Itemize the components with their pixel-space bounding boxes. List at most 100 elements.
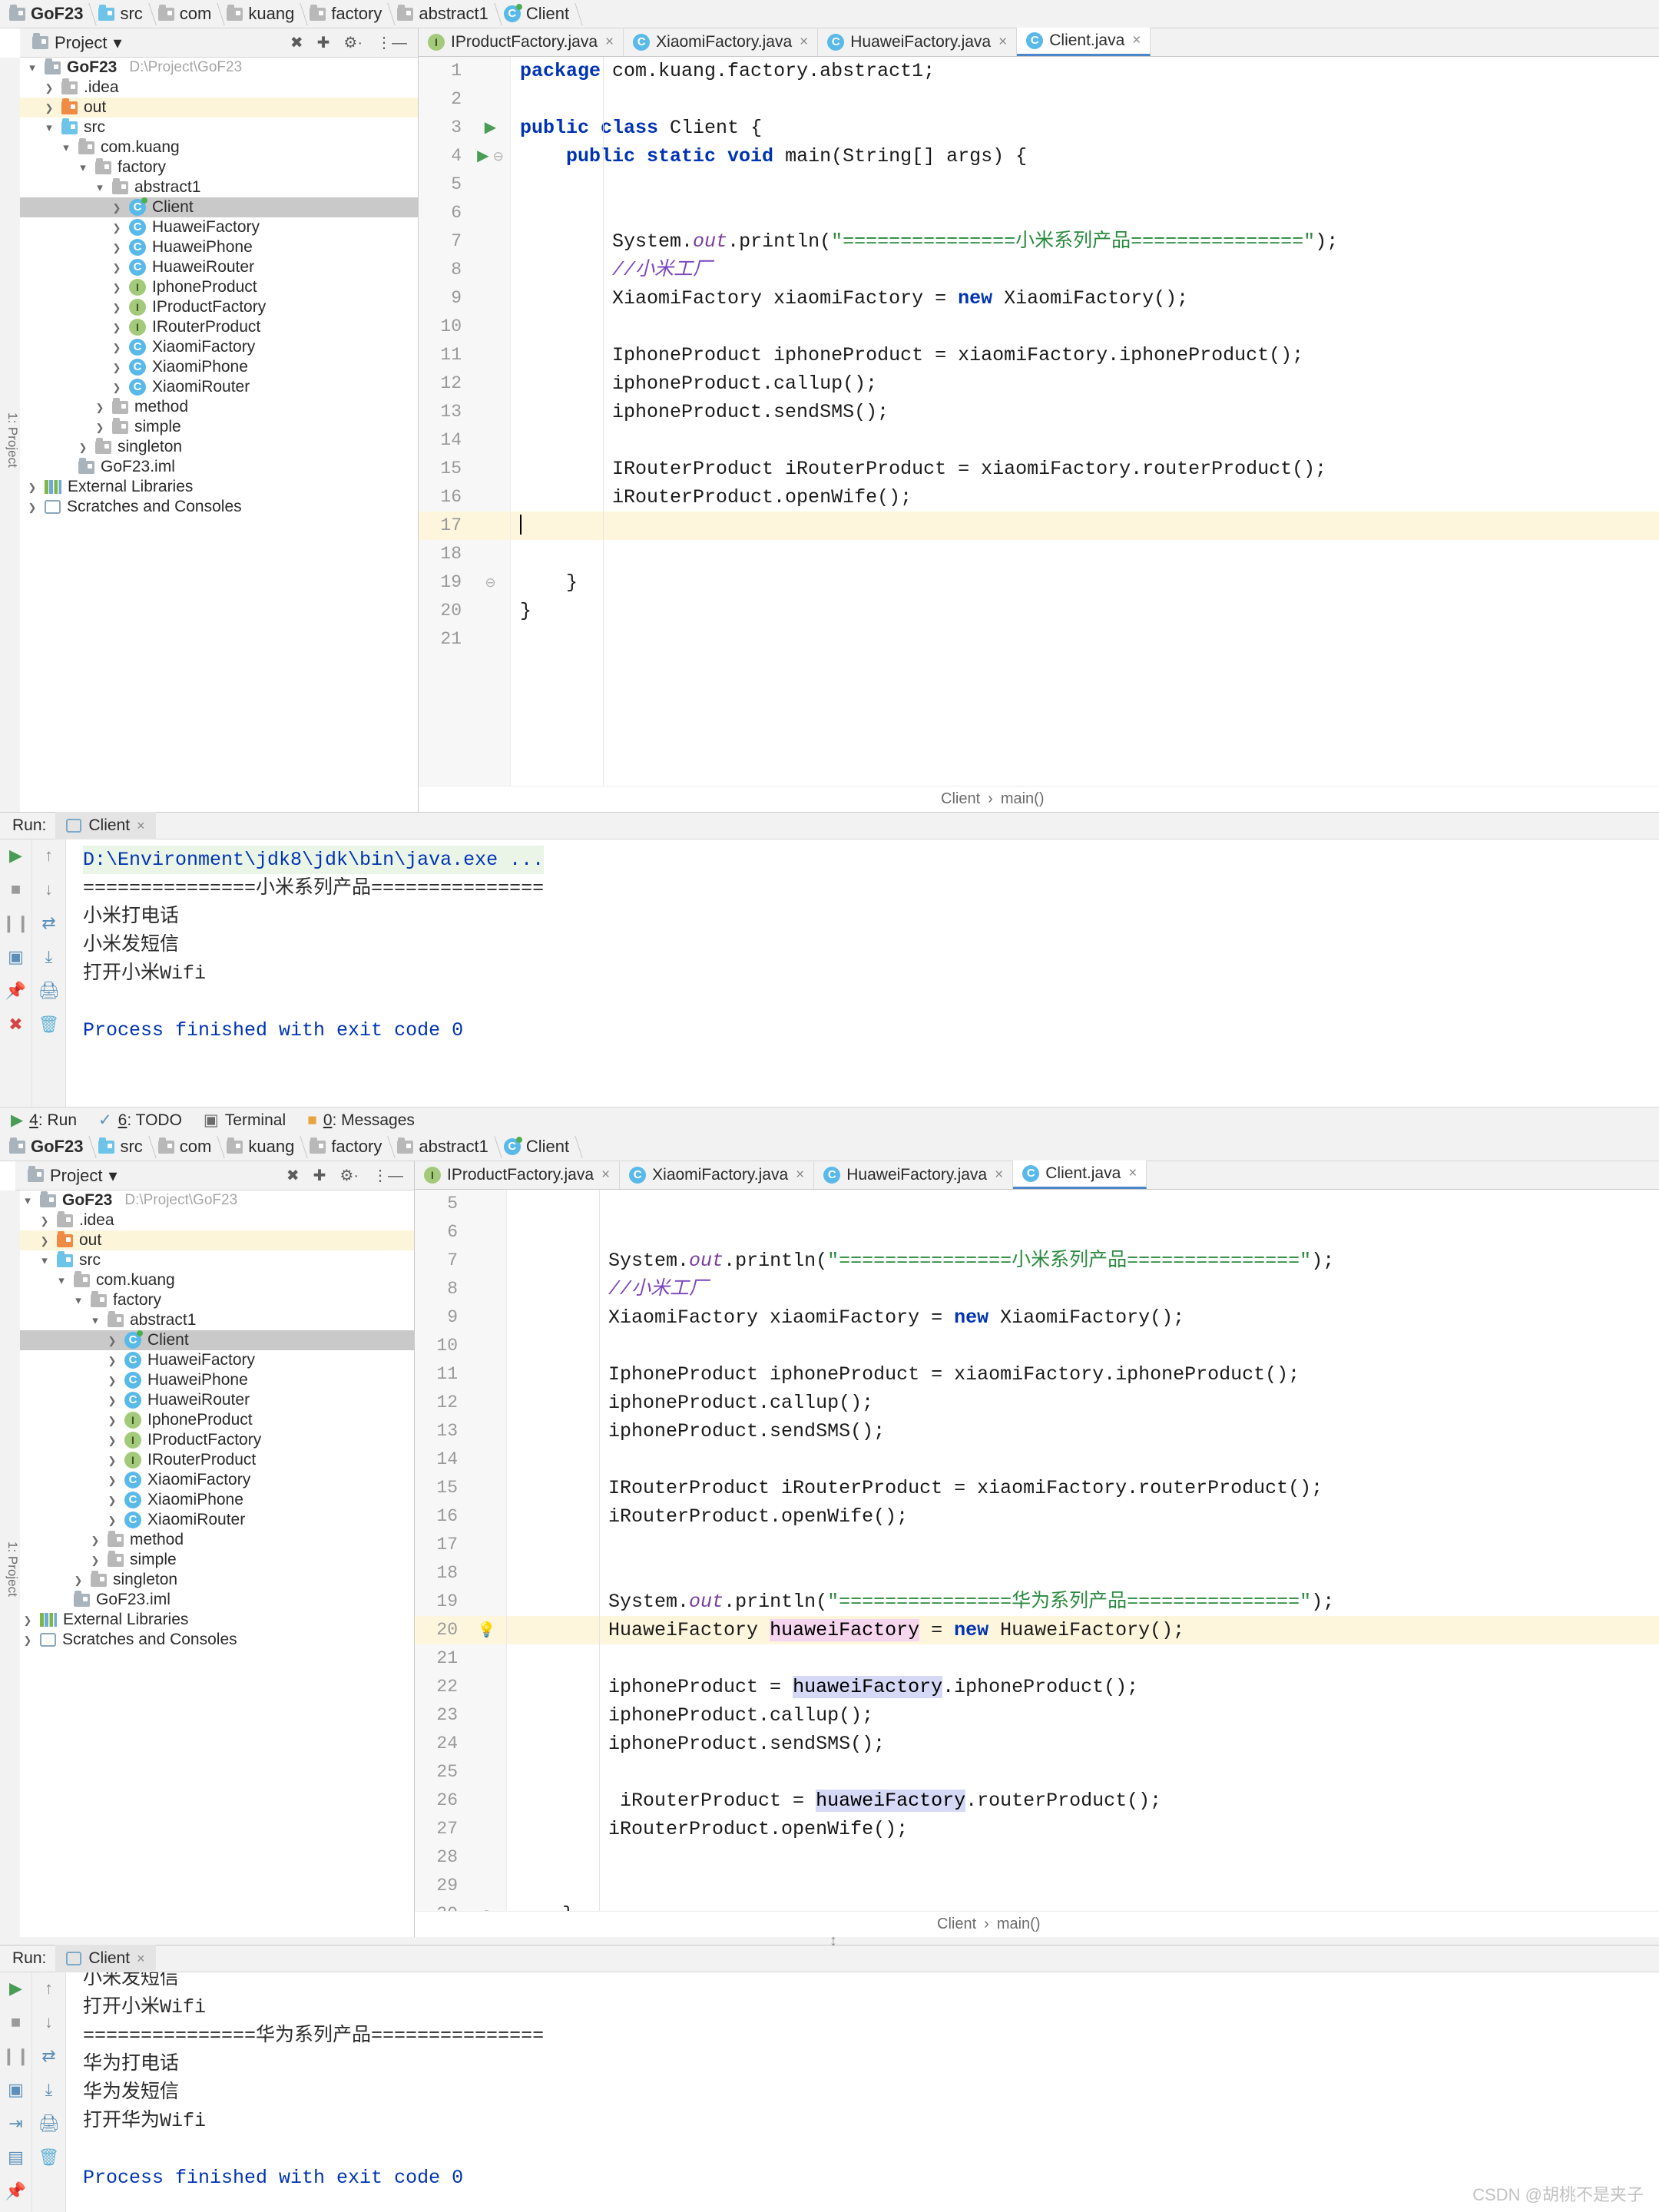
code-line[interactable] [507, 1843, 1659, 1872]
import-icon[interactable]: ⇥ [6, 2114, 26, 2134]
code-line[interactable]: public class Client { [511, 114, 1659, 142]
chevron-right-icon[interactable] [106, 1494, 118, 1507]
close-icon[interactable]: × [137, 1951, 145, 1967]
code-line[interactable]: iRouterProduct.openWife(); [511, 483, 1659, 512]
tree-item-iproductfactory[interactable]: I IProductFactory [20, 297, 418, 317]
editor-tab-iproductfactory-java[interactable]: I IProductFactory.java × [415, 1161, 621, 1189]
code-line[interactable] [507, 1218, 1659, 1247]
run-gutter-icon[interactable]: ▶ [477, 147, 488, 164]
chevron-right-icon[interactable] [94, 421, 106, 434]
tree-item-gof23-iml[interactable]: GoF23.iml [15, 1590, 414, 1610]
tree-item-simple[interactable]: simple [15, 1550, 414, 1570]
chevron-down-icon[interactable]: ▾ [113, 33, 121, 53]
chevron-down-icon[interactable] [94, 180, 106, 194]
editor-tab-xiaomifactory-java[interactable]: C XiaomiFactory.java × [624, 28, 819, 56]
code-editor[interactable]: System.out.println("===============小米系列产… [507, 1190, 1659, 1911]
code-line[interactable]: IphoneProduct iphoneProduct = xiaomiFact… [511, 341, 1659, 369]
code-line[interactable] [511, 625, 1659, 654]
run-icon[interactable]: ▶ [6, 1979, 26, 1998]
editor-tab-iproductfactory-java[interactable]: I IProductFactory.java × [419, 28, 624, 56]
run-tab-client[interactable]: Client × [55, 1945, 156, 1972]
code-line[interactable]: iphoneProduct.sendSMS(); [507, 1417, 1659, 1445]
breadcrumb-item-factory[interactable]: factory [303, 1133, 391, 1161]
gutter-icons-column[interactable]: 💡⊖ [467, 1190, 507, 1911]
fold-icon[interactable]: ⊖ [481, 1907, 492, 1911]
tree-item-out[interactable]: out [15, 1230, 414, 1250]
breadcrumb-item-kuang[interactable]: kuang [220, 0, 303, 28]
soft-wrap-icon[interactable]: ⇄ [39, 913, 59, 933]
tree-item-external-libraries[interactable]: External Libraries [15, 1610, 414, 1630]
tree-item-gof23[interactable]: GoF23 D:\Project\GoF23 [20, 58, 418, 78]
chevron-right-icon[interactable] [26, 501, 38, 514]
tree-item-irouterproduct[interactable]: I IRouterProduct [15, 1450, 414, 1470]
chevron-right-icon[interactable] [106, 1514, 118, 1527]
fold-icon[interactable]: ⊖ [493, 149, 504, 164]
editor-tab-client-java[interactable]: C Client.java × [1017, 28, 1151, 56]
collapse-all-icon[interactable]: ✖ [286, 1166, 300, 1185]
code-line[interactable] [507, 1758, 1659, 1786]
code-line[interactable] [507, 1531, 1659, 1559]
chevron-right-icon[interactable] [77, 441, 89, 454]
project-tree[interactable]: GoF23 D:\Project\GoF23 .idea out src com.kuan… [20, 58, 418, 517]
code-line[interactable]: XiaomiFactory xiaomiFactory = new Xiaomi… [511, 284, 1659, 313]
run-toolbar-left[interactable]: ▶ ■ ❙❙ ▣ ⇥ ▤ 📌 [0, 1972, 32, 2212]
run-icon[interactable]: ▶ [6, 846, 26, 866]
chevron-down-icon[interactable] [38, 1253, 51, 1267]
breadcrumb-item-factory[interactable]: factory [303, 0, 391, 28]
project-vertical-tab[interactable]: 1: Project [0, 1190, 20, 1937]
stop-icon[interactable]: ■ [6, 879, 26, 899]
chevron-right-icon[interactable] [38, 1214, 51, 1227]
editor-tab-huaweifactory-java[interactable]: C HuaweiFactory.java × [818, 28, 1018, 56]
code-line[interactable] [507, 1332, 1659, 1360]
code-line[interactable]: iphoneProduct.callup(); [507, 1701, 1659, 1730]
chevron-right-icon[interactable] [111, 201, 123, 214]
tree-item-client[interactable]: C Client [20, 197, 418, 217]
chevron-right-icon[interactable] [22, 1634, 34, 1647]
status-bar[interactable]: ▶ 4: Run ✓ 6: TODO ▣ Terminal ■ 0: Messages [0, 1107, 1659, 1133]
tree-item-iproductfactory[interactable]: I IProductFactory [15, 1430, 414, 1450]
chevron-right-icon[interactable] [111, 241, 123, 254]
tree-item-simple[interactable]: simple [20, 417, 418, 437]
chevron-right-icon[interactable] [111, 341, 123, 354]
chevron-right-icon[interactable] [106, 1474, 118, 1487]
chevron-right-icon[interactable] [94, 401, 106, 414]
code-editor[interactable]: package com.kuang.factory.abstract1; publ… [511, 57, 1659, 786]
breadcrumb-item-gof23[interactable]: GoF23 [3, 1133, 92, 1161]
code-line[interactable]: package com.kuang.factory.abstract1; [511, 57, 1659, 85]
status-item-4--run[interactable]: ▶ 4: Run [11, 1111, 77, 1130]
chevron-right-icon[interactable] [89, 1534, 101, 1547]
code-line[interactable]: XiaomiFactory xiaomiFactory = new Xiaomi… [507, 1303, 1659, 1332]
code-line[interactable]: iphoneProduct.callup(); [511, 369, 1659, 398]
breadcrumb-method[interactable]: main() [1001, 790, 1045, 808]
code-line[interactable]: System.out.println("===============小米系列产… [507, 1247, 1659, 1275]
chevron-right-icon[interactable] [111, 281, 123, 294]
export-icon[interactable]: ▤ [6, 2147, 26, 2167]
code-line[interactable]: iphoneProduct = huaweiFactory.iphoneProd… [507, 1673, 1659, 1701]
code-line[interactable] [511, 313, 1659, 341]
code-line[interactable]: IphoneProduct iphoneProduct = xiaomiFact… [507, 1360, 1659, 1389]
tree-item-com-kuang[interactable]: com.kuang [20, 137, 418, 157]
breadcrumb-item-src[interactable]: src [92, 0, 151, 28]
up-icon[interactable]: ↑ [39, 846, 59, 866]
code-line[interactable]: } [511, 568, 1659, 597]
code-line[interactable]: //小米工厂 [511, 256, 1659, 284]
print-icon[interactable]: 🖨 [38, 2114, 60, 2134]
breadcrumb-item-gof23[interactable]: GoF23 [3, 0, 92, 28]
tree-item-method[interactable]: method [15, 1530, 414, 1550]
panel-splitter[interactable] [0, 1932, 1659, 1950]
editor-tabbar[interactable]: I IProductFactory.java × C XiaomiFactory.jav… [419, 28, 1659, 57]
tree-item-huaweirouter[interactable]: C HuaweiRouter [15, 1390, 414, 1410]
expand-icon[interactable]: ✚ [313, 1166, 326, 1185]
scroll-end-icon[interactable]: ⤓ [39, 2080, 59, 2100]
expand-icon[interactable]: ✚ [317, 33, 330, 52]
chevron-right-icon[interactable] [72, 1574, 84, 1587]
breadcrumb-item-abstract1[interactable]: abstract1 [391, 1133, 498, 1161]
run-gutter-icon[interactable]: ▶ [485, 119, 496, 136]
trash-icon[interactable]: 🗑 [38, 2147, 60, 2167]
close-icon[interactable]: ✖ [6, 1015, 26, 1035]
chevron-down-icon[interactable] [22, 1194, 34, 1207]
tree-item--idea[interactable]: .idea [15, 1210, 414, 1230]
code-line[interactable] [507, 1872, 1659, 1900]
tree-item-iphoneproduct[interactable]: I IphoneProduct [15, 1410, 414, 1430]
console-output[interactable]: D:\Environment\jdk8\jdk\bin\java.exe ...… [66, 839, 1659, 1107]
